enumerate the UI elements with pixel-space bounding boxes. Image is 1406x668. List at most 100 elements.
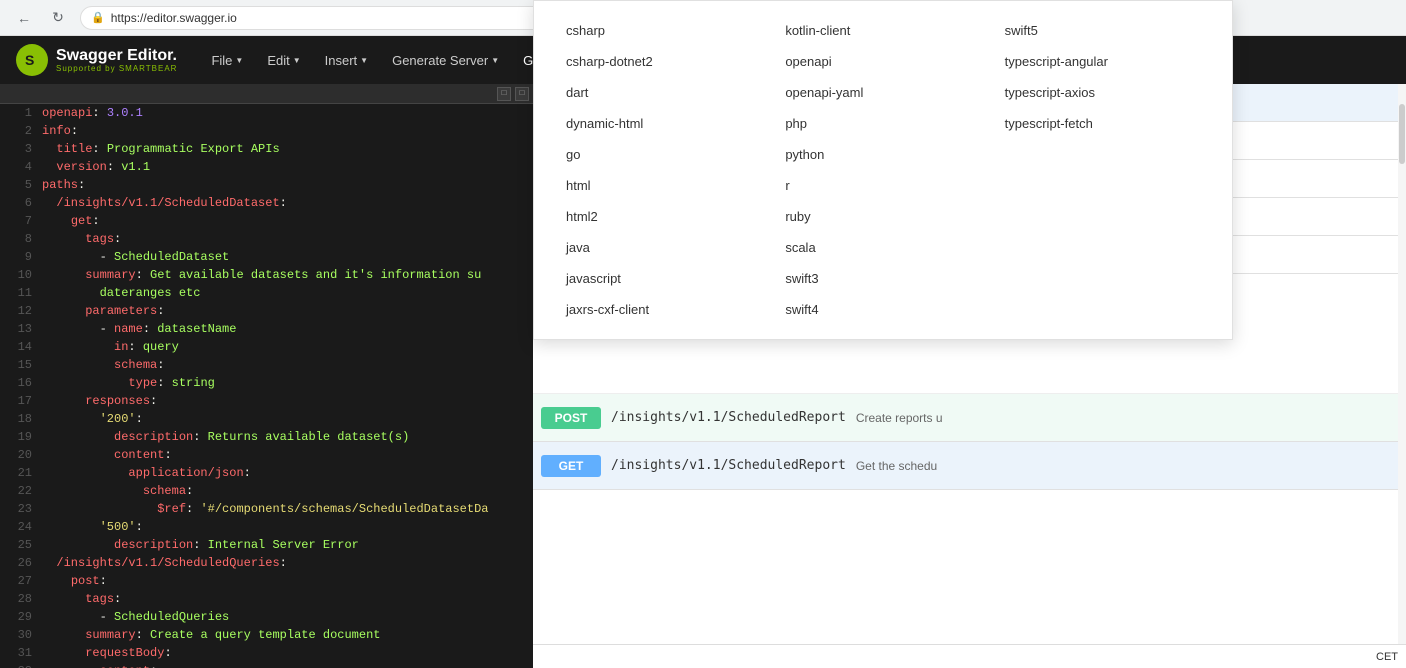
- code-line-23: 23 $ref: '#/components/schemas/Scheduled…: [0, 500, 533, 518]
- dropdown-item-dynamic-html[interactable]: dynamic-html: [554, 110, 773, 137]
- endpoint-row-get-report[interactable]: GET /insights/v1.1/ScheduledReport Get t…: [533, 442, 1406, 490]
- insert-arrow-icon: ▼: [360, 56, 368, 65]
- main-content: □ □ 1 openapi: 3.0.1 2 info: 3 title: Pr…: [0, 84, 1406, 668]
- swagger-logo-icon: S: [16, 44, 48, 76]
- dropdown-item-java[interactable]: java: [554, 234, 773, 261]
- dropdown-item-empty-4: [993, 234, 1212, 261]
- dropdown-item-empty-3: [993, 203, 1212, 230]
- get-report-desc: Get the schedu: [856, 459, 937, 473]
- dropdown-item-openapi[interactable]: openapi: [773, 48, 992, 75]
- edit-arrow-icon: ▼: [293, 56, 301, 65]
- get-report-path: /insights/v1.1/ScheduledReport: [611, 458, 846, 473]
- address-bar: 🔒 https://editor.swagger.io: [80, 6, 580, 30]
- code-line-13: 13 - name: datasetName: [0, 320, 533, 338]
- svg-text:S: S: [25, 52, 34, 68]
- nav-edit[interactable]: Edit ▼: [257, 49, 310, 72]
- dropdown-item-empty-6: [993, 296, 1212, 323]
- dropdown-item-python[interactable]: python: [773, 141, 992, 168]
- editor-toolbar: □ □: [0, 84, 533, 104]
- code-line-26: 26 /insights/v1.1/ScheduledQueries:: [0, 554, 533, 572]
- dropdown-item-swift3[interactable]: swift3: [773, 265, 992, 292]
- code-line-17: 17 responses:: [0, 392, 533, 410]
- code-line-2: 2 info:: [0, 122, 533, 140]
- code-line-12: 12 parameters:: [0, 302, 533, 320]
- dropdown-item-r[interactable]: r: [773, 172, 992, 199]
- code-line-18: 18 '200':: [0, 410, 533, 428]
- code-line-9: 9 - ScheduledDataset: [0, 248, 533, 266]
- url-text: https://editor.swagger.io: [111, 11, 237, 25]
- post-badge-report: POST: [541, 407, 601, 429]
- code-line-19: 19 description: Returns available datase…: [0, 428, 533, 446]
- code-line-27: 27 post:: [0, 572, 533, 590]
- status-bar: CET: [533, 644, 1406, 668]
- dropdown-item-scala[interactable]: scala: [773, 234, 992, 261]
- lock-icon: 🔒: [91, 11, 105, 24]
- dropdown-item-swift4[interactable]: swift4: [773, 296, 992, 323]
- code-line-16: 16 type: string: [0, 374, 533, 392]
- code-line-3: 3 title: Programmatic Export APIs: [0, 140, 533, 158]
- dropdown-item-kotlin-client[interactable]: kotlin-client: [773, 17, 992, 44]
- dropdown-item-csharp-dotnet2[interactable]: csharp-dotnet2: [554, 48, 773, 75]
- dropdown-item-csharp[interactable]: csharp: [554, 17, 773, 44]
- code-line-30: 30 summary: Create a query template docu…: [0, 626, 533, 644]
- app-sub: Supported by SMARTBEAR: [56, 64, 177, 73]
- post-report-desc: Create reports u: [856, 411, 943, 425]
- dropdown-item-empty-1: [993, 141, 1212, 168]
- code-line-28: 28 tags:: [0, 590, 533, 608]
- scrollbar-thumb: [1399, 104, 1405, 164]
- dropdown-item-dart[interactable]: dart: [554, 79, 773, 106]
- dropdown-item-typescript-axios[interactable]: typescript-axios: [993, 79, 1212, 106]
- code-line-1: 1 openapi: 3.0.1: [0, 104, 533, 122]
- file-arrow-icon: ▼: [235, 56, 243, 65]
- code-line-8: 8 tags:: [0, 230, 533, 248]
- code-line-6: 6 /insights/v1.1/ScheduledDataset:: [0, 194, 533, 212]
- back-button[interactable]: ←: [12, 6, 36, 30]
- dropdown-item-html[interactable]: html: [554, 172, 773, 199]
- code-line-29: 29 - ScheduledQueries: [0, 608, 533, 626]
- dropdown-item-javascript[interactable]: javascript: [554, 265, 773, 292]
- code-line-25: 25 description: Internal Server Error: [0, 536, 533, 554]
- code-line-4: 4 version: v1.1: [0, 158, 533, 176]
- timezone-label: CET: [1376, 651, 1398, 663]
- refresh-button[interactable]: ↻: [46, 6, 70, 30]
- app-name: Swagger Editor.: [56, 48, 177, 64]
- dropdown-item-html2[interactable]: html2: [554, 203, 773, 230]
- code-line-31: 31 requestBody:: [0, 644, 533, 662]
- code-line-5: 5 paths:: [0, 176, 533, 194]
- generate-server-arrow-icon: ▼: [491, 56, 499, 65]
- get-badge-report: GET: [541, 455, 601, 477]
- code-line-32: 32 content:: [0, 662, 533, 668]
- code-line-15: 15 schema:: [0, 356, 533, 374]
- dropdown-item-empty-2: [993, 172, 1212, 199]
- code-line-22: 22 schema:: [0, 482, 533, 500]
- dropdown-item-go[interactable]: go: [554, 141, 773, 168]
- code-line-10: 10 summary: Get available datasets and i…: [0, 266, 533, 284]
- code-line-24: 24 '500':: [0, 518, 533, 536]
- dropdown-item-php[interactable]: php: [773, 110, 992, 137]
- code-line-11: 11 dateranges etc: [0, 284, 533, 302]
- endpoint-row-post-report[interactable]: POST /insights/v1.1/ScheduledReport Crea…: [533, 394, 1406, 442]
- swagger-logo-text: Swagger Editor. Supported by SMARTBEAR: [56, 48, 177, 73]
- right-scrollbar[interactable]: [1398, 84, 1406, 668]
- nav-generate-server[interactable]: Generate Server ▼: [382, 49, 509, 72]
- dropdown-item-typescript-fetch[interactable]: typescript-fetch: [993, 110, 1212, 137]
- code-line-20: 20 content:: [0, 446, 533, 464]
- code-editor-panel: □ □ 1 openapi: 3.0.1 2 info: 3 title: Pr…: [0, 84, 533, 668]
- dropdown-item-typescript-angular[interactable]: typescript-angular: [993, 48, 1212, 75]
- code-line-7: 7 get:: [0, 212, 533, 230]
- nav-file[interactable]: File ▼: [201, 49, 253, 72]
- dropdown-item-swift5[interactable]: swift5: [993, 17, 1212, 44]
- editor-btn-1[interactable]: □: [497, 87, 511, 101]
- dropdown-grid: csharp kotlin-client swift5 csharp-dotne…: [554, 17, 1212, 323]
- editor-btn-2[interactable]: □: [515, 87, 529, 101]
- post-report-path: /insights/v1.1/ScheduledReport: [611, 410, 846, 425]
- dropdown-item-empty-5: [993, 265, 1212, 292]
- dropdown-item-ruby[interactable]: ruby: [773, 203, 992, 230]
- code-line-21: 21 application/json:: [0, 464, 533, 482]
- nav-insert[interactable]: Insert ▼: [315, 49, 378, 72]
- dropdown-item-jaxrs-cxf-client[interactable]: jaxrs-cxf-client: [554, 296, 773, 323]
- swagger-logo: S Swagger Editor. Supported by SMARTBEAR: [16, 44, 177, 76]
- dropdown-item-openapi-yaml[interactable]: openapi-yaml: [773, 79, 992, 106]
- generate-client-dropdown: csharp kotlin-client swift5 csharp-dotne…: [533, 0, 1233, 340]
- code-line-14: 14 in: query: [0, 338, 533, 356]
